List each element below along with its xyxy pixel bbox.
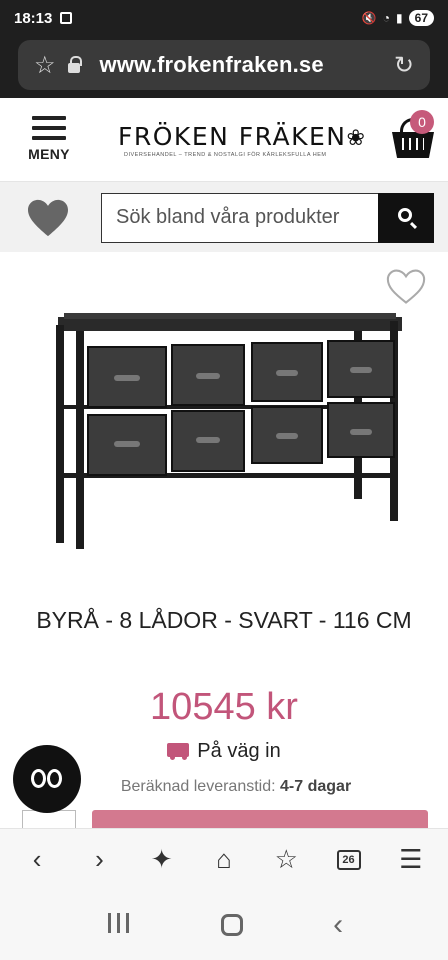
lock-icon[interactable]: [67, 55, 82, 73]
signal-icon: ▮: [396, 11, 403, 25]
chat-button[interactable]: [13, 745, 81, 813]
cart-count-badge: 0: [410, 110, 434, 134]
search-button[interactable]: [378, 193, 434, 243]
forward-chevron-icon[interactable]: ›: [79, 840, 119, 880]
flower-icon: ❀: [346, 126, 367, 151]
chat-icon: [31, 769, 46, 788]
search-icon: [398, 208, 412, 222]
tabs-button[interactable]: 26: [329, 840, 369, 880]
bookmark-star-icon[interactable]: ☆: [34, 51, 56, 80]
logo-text: FRÖKEN FRÄKEN: [118, 122, 347, 151]
url-text[interactable]: www.frokenfraken.se: [100, 52, 324, 78]
recent-apps-icon[interactable]: [105, 912, 132, 938]
tabs-count: 26: [336, 849, 361, 870]
stock-status-text: På väg in: [197, 740, 281, 762]
browser-menu-icon[interactable]: ☰: [391, 840, 431, 880]
home-nav-icon[interactable]: [221, 914, 244, 936]
delivery-label: Beräknad leveranstid:: [120, 778, 276, 795]
basket-icon: [392, 132, 434, 158]
site-logo[interactable]: FRÖKEN FRÄKEN❀ DIVERSEHANDEL – TREND & N…: [118, 122, 365, 158]
product-title: BYRÅ - 8 LÅDOR - SVART - 116 CM: [36, 607, 412, 633]
search-input[interactable]: Sök bland våra produkter: [101, 193, 378, 243]
mute-icon: 🔇: [361, 11, 377, 25]
site-header: MENY FRÖKEN FRÄKEN❀ DIVERSEHANDEL – TREN…: [0, 98, 448, 182]
back-nav-icon[interactable]: ‹: [333, 908, 343, 942]
add-to-cart-button[interactable]: [92, 810, 428, 830]
back-chevron-icon[interactable]: ‹: [17, 840, 57, 880]
system-nav-bar: ‹: [0, 890, 448, 960]
browser-address-area: ☆ www.frokenfraken.se ↻: [0, 36, 448, 98]
browser-toolbar: ‹ › ✦ ⌂ ☆ 26 ☰: [0, 828, 448, 890]
home-icon[interactable]: ⌂: [204, 840, 244, 880]
logo-tagline: DIVERSEHANDEL – TREND & NOSTALGI FÖR KÄR…: [124, 152, 327, 158]
wishlist-heart-icon[interactable]: [26, 198, 70, 238]
battery-indicator: 67: [408, 10, 434, 26]
wifi-icon: ◔: [382, 11, 391, 25]
reload-icon[interactable]: ↻: [394, 51, 414, 80]
product-image[interactable]: [44, 305, 414, 565]
sparkle-icon[interactable]: ✦: [142, 840, 182, 880]
add-to-wishlist-icon[interactable]: [385, 268, 427, 306]
hamburger-icon: [26, 116, 72, 140]
delivery-value: 4-7 dagar: [280, 778, 352, 795]
status-time: 18:13: [14, 9, 53, 27]
address-bar[interactable]: ☆ www.frokenfraken.se ↻: [18, 40, 430, 90]
truck-icon: [167, 742, 190, 760]
menu-button[interactable]: MENY: [26, 116, 72, 162]
search-row: Sök bland våra produkter: [0, 182, 448, 252]
dresser-top: [58, 317, 402, 331]
status-bar: 18:13 🔇 ◔ ▮ 67: [0, 0, 448, 36]
notification-icon: [60, 12, 73, 24]
product-price: 10545 kr: [150, 686, 298, 728]
bookmark-star-list-icon[interactable]: ☆: [266, 840, 306, 880]
menu-label: MENY: [28, 146, 70, 162]
quantity-input[interactable]: [22, 810, 76, 830]
status-icons: 🔇 ◔ ▮ 67: [362, 10, 434, 26]
